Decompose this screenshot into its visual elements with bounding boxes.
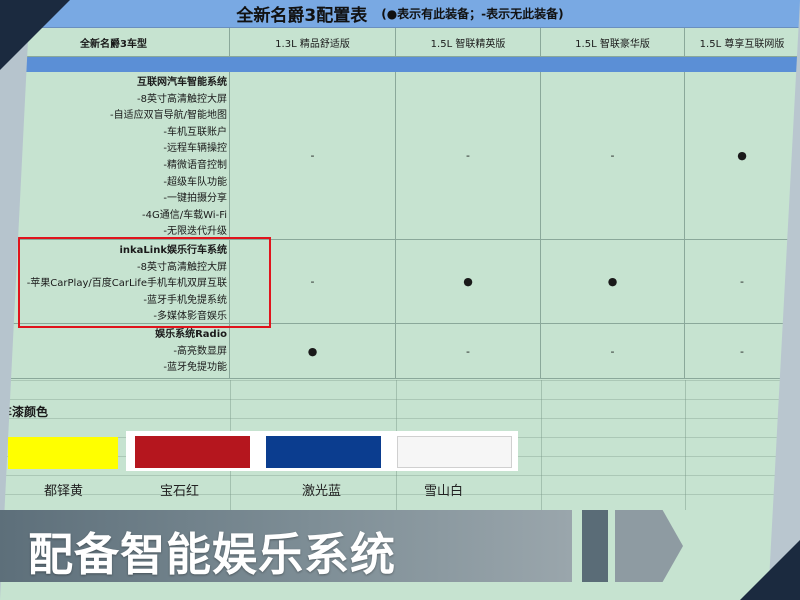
feature-group-title: 互联网汽车智能系统 xyxy=(137,77,227,88)
header-col-2: 1.5L 智联精英版 xyxy=(396,28,541,56)
grid-line xyxy=(541,380,542,510)
feature-label-cell: 互联网汽车智能系统 -8英寸高清触控大屏 -自适应双盲导航/智能地图 -车机互联… xyxy=(0,72,230,239)
color-name: 宝石红 xyxy=(160,484,200,499)
color-swatch-blue xyxy=(266,436,381,468)
feature-value-cell: - xyxy=(396,324,541,378)
page-title: 全新名爵3配置表 xyxy=(236,6,368,26)
color-swatch-red xyxy=(135,436,250,468)
feature-item: -精微语音控制 xyxy=(163,159,227,171)
feature-item: -8英寸高清触控大屏 xyxy=(137,93,227,105)
feature-value-cell: ● xyxy=(685,72,800,239)
feature-label-cell: 娱乐系统Radio -高亮数显屏 -蓝牙免提功能 xyxy=(0,324,230,378)
feature-item: -超级车队功能 xyxy=(163,176,227,188)
section-divider-strip xyxy=(0,57,800,72)
color-name: 都铎黄 xyxy=(44,484,84,499)
highlight-annotation-box xyxy=(18,237,271,328)
feature-group-title: 娱乐系统Radio xyxy=(155,329,227,340)
feature-value-cell: - xyxy=(541,324,685,378)
feature-table: 互联网汽车智能系统 -8英寸高清触控大屏 -自适应双盲导航/智能地图 -车机互联… xyxy=(0,72,800,379)
feature-item: -4G通信/车载Wi-Fi xyxy=(142,209,227,221)
table-header-row: 全新名爵3车型 1.3L 精品舒适版 1.5L 智联精英版 1.5L 智联豪华版… xyxy=(0,28,800,57)
header-col-4: 1.5L 尊享互联网版 xyxy=(685,28,800,56)
frame-corner-bottom-right xyxy=(740,540,800,600)
color-name: 激光蓝 xyxy=(302,484,342,499)
feature-value-cell: - xyxy=(230,72,396,239)
frame-corner-top-left xyxy=(0,0,70,70)
banner-accent-block xyxy=(582,510,608,582)
grid-line xyxy=(685,380,686,510)
color-swatch-yellow xyxy=(8,437,118,469)
feature-item: -蓝牙免提功能 xyxy=(163,362,227,374)
feature-value-cell: ● xyxy=(396,240,541,323)
color-name: 雪山白 xyxy=(424,484,464,499)
feature-value-cell: ● xyxy=(541,240,685,323)
feature-value-cell: ● xyxy=(230,324,396,378)
caption-text: 配备智能娱乐系统 xyxy=(28,528,397,581)
banner-arrow-shape xyxy=(615,510,683,582)
feature-item: -车机互联账户 xyxy=(163,126,227,138)
feature-item: -一键拍摄分享 xyxy=(163,193,227,205)
table-row: 娱乐系统Radio -高亮数显屏 -蓝牙免提功能 ● - - - xyxy=(0,324,800,379)
feature-value-cell: - xyxy=(685,240,800,323)
color-swatch-white xyxy=(397,436,512,468)
header-col-1: 1.3L 精品舒适版 xyxy=(230,28,396,56)
feature-item: -高亮数显屏 xyxy=(173,345,227,357)
title-bar: 全新名爵3配置表 (●表示有此装备；-表示无此装备) xyxy=(0,0,800,28)
table-row: 互联网汽车智能系统 -8英寸高清触控大屏 -自适应双盲导航/智能地图 -车机互联… xyxy=(0,72,800,240)
feature-value-cell: - xyxy=(396,72,541,239)
feature-item: -远程车辆操控 xyxy=(163,143,227,155)
feature-item: -自适应双盲导航/智能地图 xyxy=(110,110,227,122)
header-col-3: 1.5L 智联豪华版 xyxy=(541,28,685,56)
legend-note: (●表示有此装备；-表示无此装备) xyxy=(381,7,564,21)
feature-value-cell: - xyxy=(541,72,685,239)
